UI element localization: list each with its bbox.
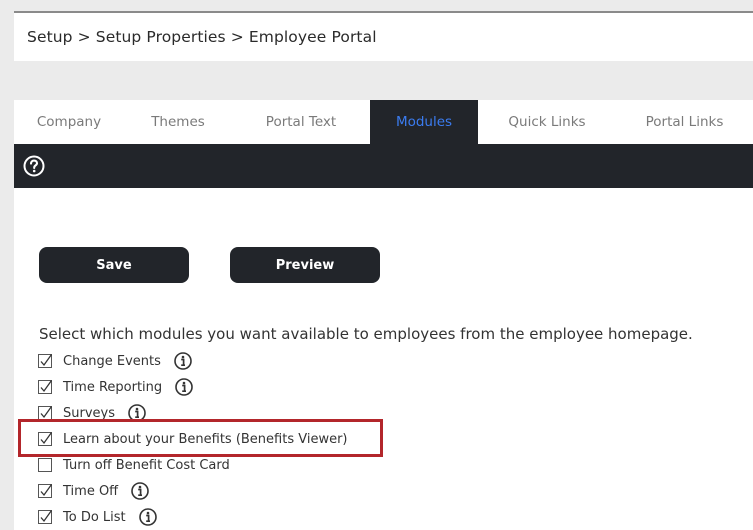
tab-quick-links[interactable]: Quick Links: [478, 100, 616, 144]
info-icon[interactable]: [138, 508, 157, 526]
module-item-time-off: Time Off: [38, 478, 348, 504]
checkbox-checked[interactable]: [38, 354, 52, 368]
info-icon[interactable]: [131, 482, 149, 500]
modules-instructions: Select which modules you want available …: [39, 325, 693, 343]
highlight-box: [18, 419, 383, 457]
checkbox-checked[interactable]: [38, 406, 52, 420]
info-icon[interactable]: [174, 352, 192, 370]
tab-modules[interactable]: Modules: [370, 100, 478, 144]
modules-panel: Save Preview Select which modules you wa…: [14, 188, 753, 530]
module-label: To Do List: [63, 509, 126, 525]
tab-themes[interactable]: Themes: [124, 100, 232, 144]
tab-portal-links[interactable]: Portal Links: [616, 100, 753, 144]
checkbox-unchecked[interactable]: [38, 458, 52, 472]
module-label: Turn off Benefit Cost Card: [63, 457, 230, 473]
checkbox-checked[interactable]: [38, 510, 52, 524]
tab-company[interactable]: Company: [14, 100, 124, 144]
module-label: Time Reporting: [63, 379, 163, 395]
save-button[interactable]: Save: [39, 247, 189, 283]
checkbox-checked[interactable]: [38, 484, 52, 498]
module-label: Time Off: [63, 483, 119, 499]
tab-bar: Company Themes Portal Text Modules Quick…: [14, 100, 753, 144]
help-toolbar: [14, 144, 753, 188]
question-circle-icon[interactable]: [23, 155, 45, 177]
breadcrumb-text: Setup > Setup Properties > Employee Port…: [27, 28, 377, 46]
preview-button[interactable]: Preview: [230, 247, 380, 283]
breadcrumb: Setup > Setup Properties > Employee Port…: [14, 13, 753, 61]
module-label: Change Events: [63, 353, 161, 369]
info-icon[interactable]: [175, 378, 193, 396]
tab-portal-text[interactable]: Portal Text: [232, 100, 370, 144]
module-item-change-events: Change Events: [38, 348, 348, 374]
checkbox-checked[interactable]: [38, 380, 52, 394]
module-item-to-do-list: To Do List: [38, 504, 348, 530]
module-item-time-reporting: Time Reporting: [38, 374, 348, 400]
